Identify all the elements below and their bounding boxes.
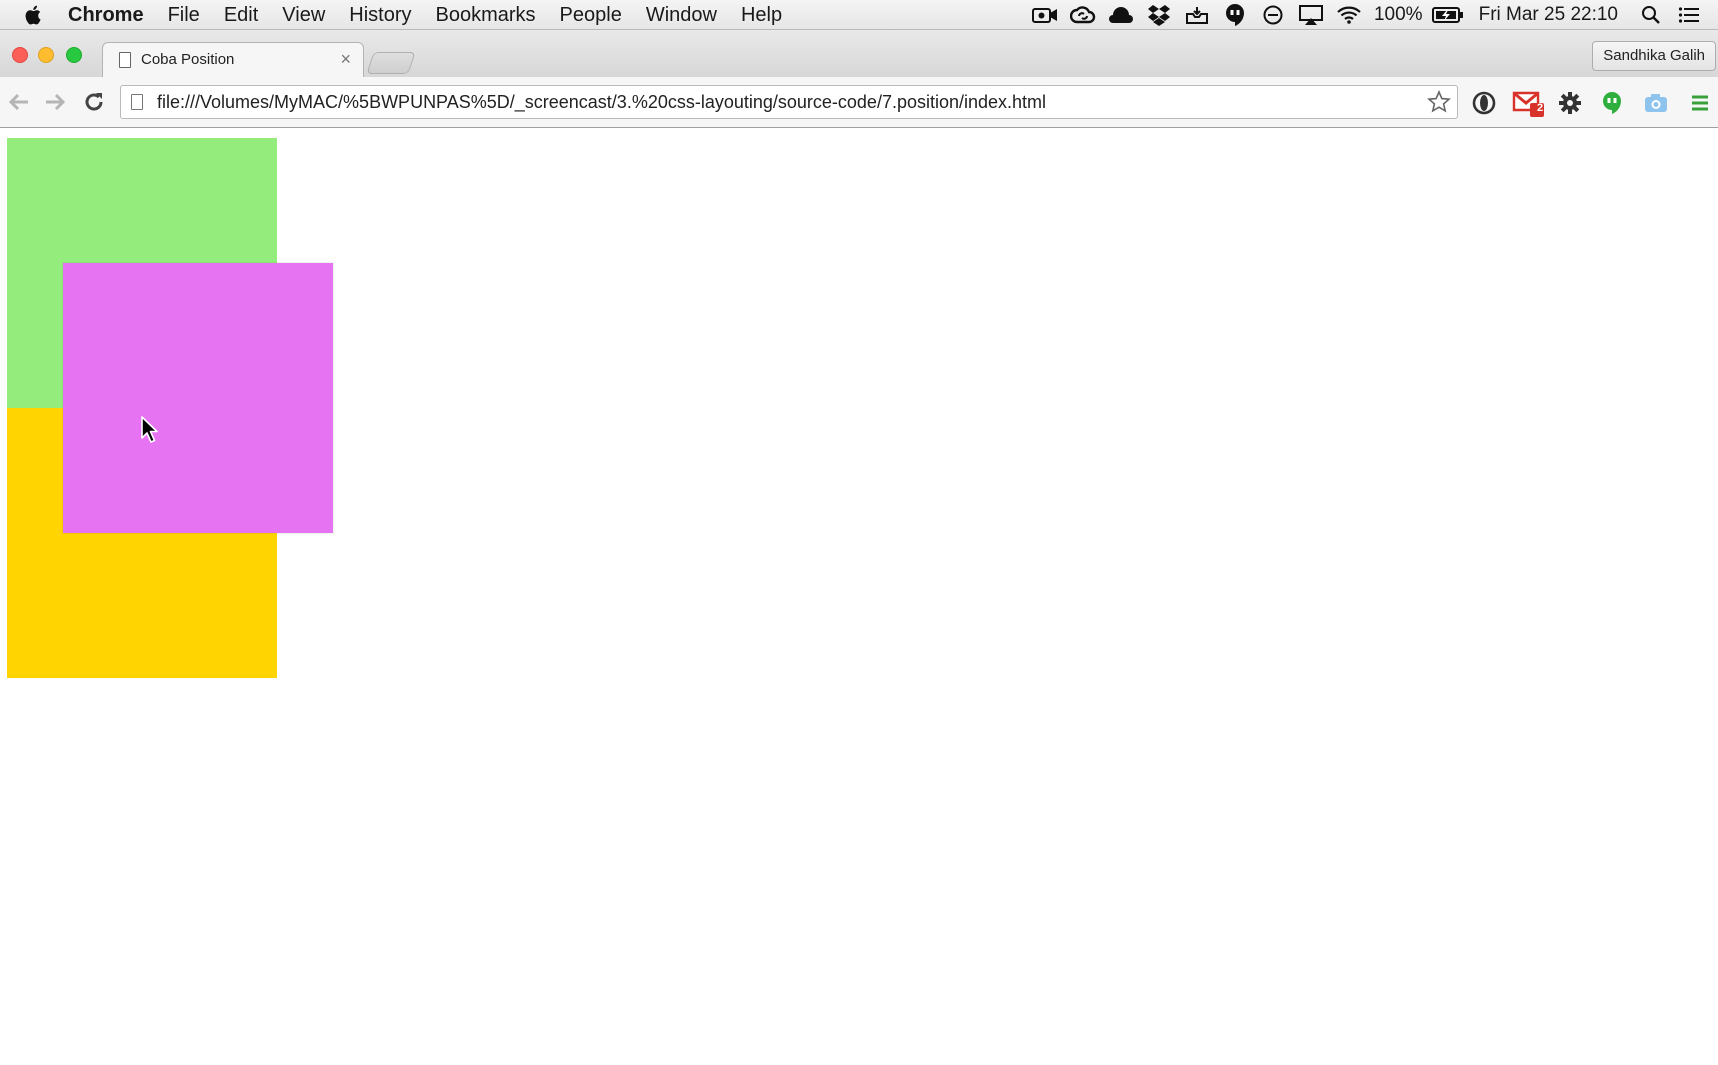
- browser-toolbar: file:///Volumes/MyMAC/%5BWPUNPAS%5D/_scr…: [0, 77, 1718, 128]
- clock[interactable]: Fri Mar 25 22:10: [1473, 4, 1624, 26]
- window-maximize-button[interactable]: [66, 47, 82, 63]
- menu-edit[interactable]: Edit: [212, 0, 270, 30]
- hangouts-icon[interactable]: [1216, 0, 1254, 30]
- apple-icon[interactable]: [12, 0, 56, 30]
- page-file-icon: [119, 52, 131, 68]
- page-file-icon: [131, 94, 143, 110]
- notification-center-icon[interactable]: [1670, 0, 1708, 30]
- inbox-tray-icon[interactable]: [1178, 0, 1216, 30]
- menu-file[interactable]: File: [156, 0, 212, 30]
- address-bar[interactable]: file:///Volumes/MyMAC/%5BWPUNPAS%5D/_scr…: [120, 85, 1458, 119]
- gear-icon[interactable]: [1556, 89, 1584, 117]
- do-not-disturb-icon[interactable]: [1254, 0, 1292, 30]
- menu-window[interactable]: Window: [634, 0, 729, 30]
- window-close-button[interactable]: [12, 47, 28, 63]
- tab-close-icon[interactable]: ×: [340, 49, 351, 69]
- url-text[interactable]: file:///Volumes/MyMAC/%5BWPUNPAS%5D/_scr…: [157, 86, 1046, 118]
- menu-people[interactable]: People: [548, 0, 634, 30]
- chrome-menu-icon[interactable]: [1686, 89, 1714, 117]
- dropbox-icon[interactable]: [1140, 0, 1178, 30]
- screen: Chrome File Edit View History Bookmarks …: [0, 0, 1718, 1065]
- wifi-icon[interactable]: [1330, 0, 1368, 30]
- menu-chrome[interactable]: Chrome: [56, 0, 156, 30]
- status-area: 100% Fri Mar 25 22:10: [1026, 0, 1708, 30]
- menu-view[interactable]: View: [270, 0, 337, 30]
- airplay-icon[interactable]: [1292, 0, 1330, 30]
- menu-help[interactable]: Help: [729, 0, 794, 30]
- macos-menu-bar: Chrome File Edit View History Bookmarks …: [0, 0, 1718, 30]
- spotlight-search-icon[interactable]: [1632, 0, 1670, 30]
- menu-history[interactable]: History: [337, 0, 423, 30]
- window-minimize-button[interactable]: [38, 47, 54, 63]
- tab-title: Coba Position: [141, 51, 235, 68]
- hangouts-extension-icon[interactable]: [1598, 89, 1626, 117]
- page-viewport: [0, 128, 1718, 1065]
- tab-coba-position[interactable]: Coba Position ×: [102, 42, 364, 77]
- creative-cloud-icon[interactable]: [1064, 0, 1102, 30]
- gmail-extension-icon[interactable]: 2: [1512, 89, 1546, 117]
- reload-icon[interactable]: [81, 89, 107, 115]
- gmail-unread-badge: 2: [1537, 102, 1544, 114]
- back-arrow-icon[interactable]: [6, 89, 32, 115]
- tab-strip: Coba Position × Sandhika Galih: [0, 30, 1718, 77]
- forward-arrow-icon[interactable]: [42, 89, 68, 115]
- cloud-icon[interactable]: [1102, 0, 1140, 30]
- video-camera-icon[interactable]: [1026, 0, 1064, 30]
- profile-button[interactable]: Sandhika Galih: [1592, 41, 1716, 71]
- bookmark-star-icon[interactable]: [1427, 90, 1451, 114]
- ghostery-extension-icon[interactable]: [1470, 89, 1498, 117]
- battery-charging-icon[interactable]: [1429, 0, 1467, 30]
- menu-bookmarks[interactable]: Bookmarks: [424, 0, 548, 30]
- mouse-pointer-icon: [141, 416, 158, 443]
- battery-percent: 100%: [1373, 4, 1423, 25]
- screenshot-camera-icon[interactable]: [1642, 89, 1670, 117]
- new-tab-button[interactable]: [366, 52, 416, 74]
- pink-box: [63, 263, 333, 533]
